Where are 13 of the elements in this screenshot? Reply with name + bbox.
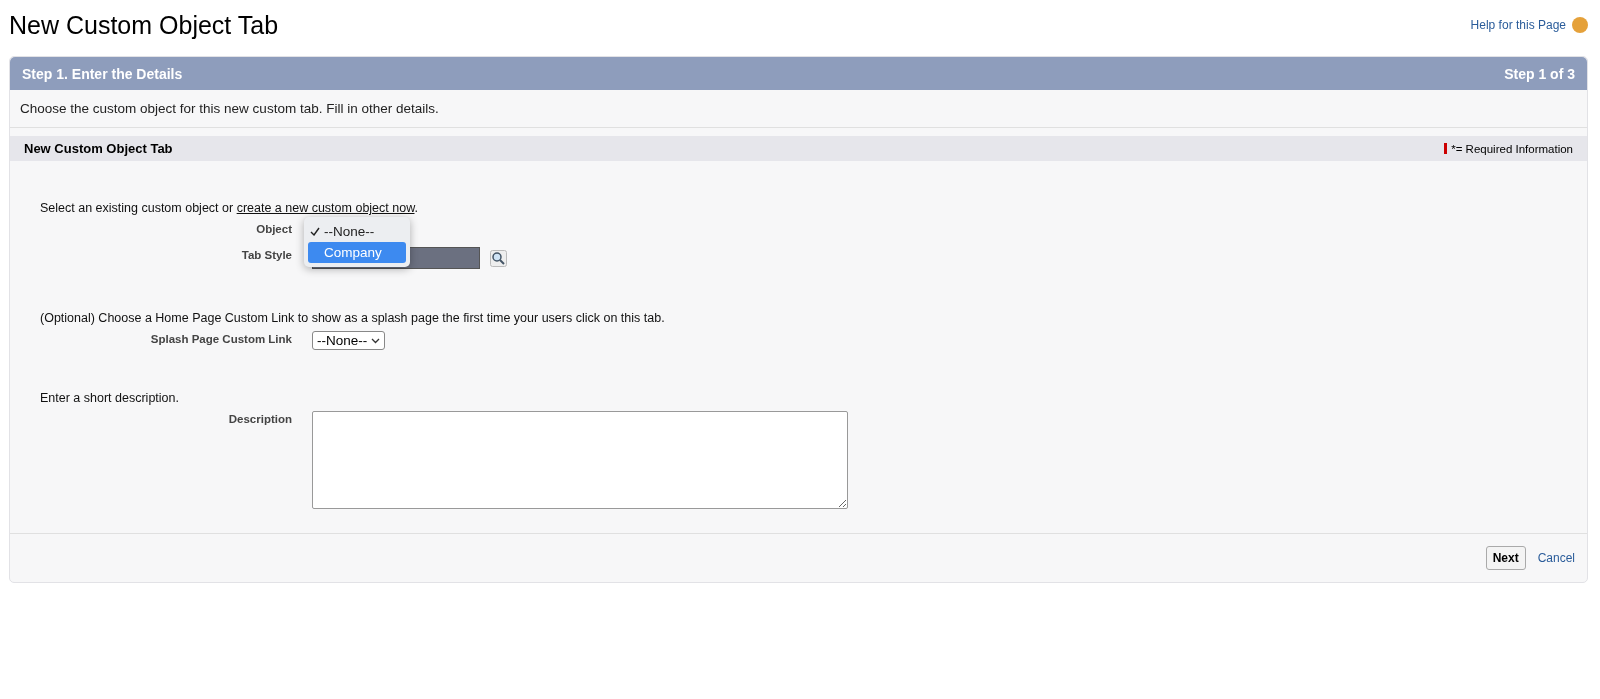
step-title: Step 1. Enter the Details (22, 65, 183, 82)
step-instructions: Choose the custom object for this new custom tab. Fill in other details. (10, 90, 1587, 128)
description-prompt: Enter a short description. (40, 391, 180, 405)
required-legend: *= Required Information (1451, 142, 1573, 155)
splash-prompt: (Optional) Choose a Home Page Custom Link to show as a splash page the first time your users click on this tab. (40, 311, 666, 325)
page-title: New Custom Object Tab (9, 10, 279, 40)
step-counter: Step 1 of 3 (1504, 65, 1575, 82)
section-title: New Custom Object Tab (24, 141, 173, 156)
field-label: Tab Style (240, 248, 293, 261)
object-prompt: Select an existing custom object or create a new custom object now. (40, 201, 419, 215)
field-label: Description (227, 412, 293, 425)
field-label: Splash Page Custom Link (149, 332, 293, 345)
field-label: Object (255, 222, 293, 235)
